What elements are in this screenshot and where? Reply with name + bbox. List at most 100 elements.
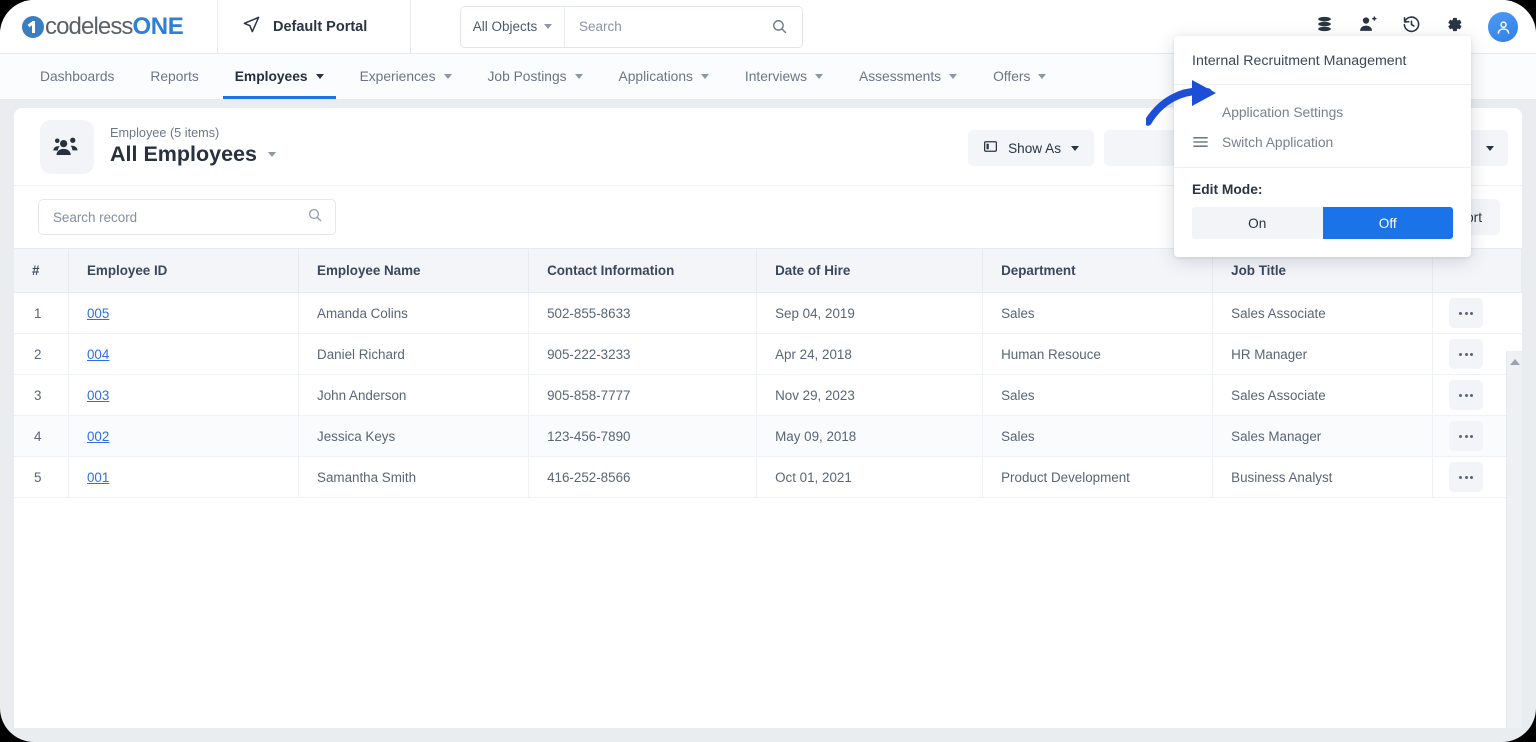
cell-department: Sales xyxy=(982,374,1214,416)
table-row[interactable]: 5 001 Samantha Smith 416-252-8566 Oct 01… xyxy=(14,456,1522,498)
cell-employee-id[interactable]: 003 xyxy=(68,374,300,416)
nav-label: Reports xyxy=(150,69,199,84)
layout-panel-icon xyxy=(983,139,998,157)
ellipsis-icon[interactable] xyxy=(1449,380,1484,410)
menu-item-label: Application Settings xyxy=(1222,104,1344,120)
nav-label: Experiences xyxy=(359,69,436,84)
employee-id-link[interactable]: 005 xyxy=(87,306,109,321)
portal-name: Default Portal xyxy=(273,18,368,35)
cell-employee-id[interactable]: 004 xyxy=(68,333,300,375)
employee-id-link[interactable]: 004 xyxy=(87,347,109,362)
cell-contact: 905-222-3233 xyxy=(528,333,758,375)
cell-contact: 416-252-8566 xyxy=(528,456,758,498)
cell-department: Sales xyxy=(982,292,1214,334)
nav-item-assessments[interactable]: Assessments xyxy=(841,54,975,99)
cell-date-of-hire: May 09, 2018 xyxy=(756,415,984,457)
paper-plane-icon xyxy=(242,15,261,39)
edit-mode-label: Edit Mode: xyxy=(1192,182,1263,197)
cell-num: 1 xyxy=(14,292,69,334)
ellipsis-icon[interactable] xyxy=(1449,421,1484,451)
cell-employee-name: Daniel Richard xyxy=(298,333,530,375)
application-menu-dropdown: Internal Recruitment Management Applicat… xyxy=(1174,36,1471,257)
application-name: Internal Recruitment Management xyxy=(1174,36,1471,85)
search-icon[interactable] xyxy=(771,18,802,35)
show-as-label: Show As xyxy=(1008,140,1061,156)
col-header-contact[interactable]: Contact Information xyxy=(528,248,758,293)
chevron-down-icon xyxy=(1038,74,1047,79)
cell-num: 5 xyxy=(14,456,69,498)
table-row[interactable]: 1 005 Amanda Colins 502-855-8633 Sep 04,… xyxy=(14,292,1522,334)
edit-mode-on-button[interactable]: On xyxy=(1192,207,1323,239)
menu-item-switch-application[interactable]: Switch Application xyxy=(1174,127,1471,157)
cell-employee-id[interactable]: 002 xyxy=(68,415,300,457)
edit-mode-section: Edit Mode: On Off xyxy=(1174,168,1471,257)
nav-label: Employees xyxy=(234,69,308,84)
cell-employee-name: Samantha Smith xyxy=(298,456,530,498)
cell-employee-name: Jessica Keys xyxy=(298,415,530,457)
nav-item-dashboards[interactable]: Dashboards xyxy=(22,54,132,99)
app-logo[interactable]: codelessONE xyxy=(0,0,218,54)
nav-item-interviews[interactable]: Interviews xyxy=(727,54,841,99)
chevron-down-icon xyxy=(700,74,709,79)
chevron-down-icon xyxy=(949,74,958,79)
employee-id-link[interactable]: 003 xyxy=(87,388,109,403)
ellipsis-icon[interactable] xyxy=(1449,339,1484,369)
cell-employee-id[interactable]: 005 xyxy=(68,292,300,334)
nav-item-employees[interactable]: Employees xyxy=(217,54,342,99)
show-as-button[interactable]: Show As xyxy=(968,130,1094,166)
chevron-down-icon xyxy=(815,74,824,79)
nav-item-experiences[interactable]: Experiences xyxy=(342,54,470,99)
scroll-up-arrow-icon[interactable] xyxy=(1509,359,1520,365)
search-input[interactable] xyxy=(565,6,771,47)
cell-date-of-hire: Oct 01, 2021 xyxy=(756,456,984,498)
ellipsis-icon[interactable] xyxy=(1449,298,1484,328)
nav-item-job-postings[interactable]: Job Postings xyxy=(470,54,601,99)
chevron-down-icon[interactable] xyxy=(267,152,276,157)
col-header-employee-name[interactable]: Employee Name xyxy=(298,248,530,293)
people-group-icon xyxy=(40,119,94,174)
employee-id-link[interactable]: 001 xyxy=(87,470,109,485)
chevron-down-icon xyxy=(1486,145,1494,151)
menu-item-application-settings[interactable]: Application Settings xyxy=(1174,97,1471,127)
edit-mode-off-button[interactable]: Off xyxy=(1322,207,1453,239)
circle-one-icon xyxy=(22,15,44,38)
col-header-num[interactable]: # xyxy=(14,248,69,293)
cell-department: Human Resouce xyxy=(982,333,1214,375)
table-row[interactable]: 4 002 Jessica Keys 123-456-7890 May 09, … xyxy=(14,415,1522,457)
search-scope-label: All Objects xyxy=(472,19,538,34)
portal-selector[interactable]: Default Portal xyxy=(218,0,411,54)
record-search-box xyxy=(38,199,336,235)
logo-primary-text: codeless xyxy=(45,12,133,40)
col-header-employee-id[interactable]: Employee ID xyxy=(68,248,300,293)
ellipsis-icon[interactable] xyxy=(1449,462,1484,492)
cell-actions xyxy=(1432,292,1522,334)
cell-employee-name: John Anderson xyxy=(298,374,530,416)
cell-contact: 905-858-7777 xyxy=(528,374,758,416)
application-menu-items: Application Settings Switch Application xyxy=(1174,85,1471,168)
vertical-scrollbar[interactable] xyxy=(1506,351,1522,728)
col-header-date-of-hire[interactable]: Date of Hire xyxy=(756,248,984,293)
cell-employee-id[interactable]: 001 xyxy=(68,456,300,498)
cell-job-title: Sales Associate xyxy=(1212,292,1434,334)
nav-item-applications[interactable]: Applications xyxy=(601,54,727,99)
cell-department: Sales xyxy=(982,415,1214,457)
edit-mode-toggle: On Off xyxy=(1192,207,1453,239)
record-search-input[interactable] xyxy=(53,209,307,225)
cell-date-of-hire: Nov 29, 2023 xyxy=(756,374,984,416)
employee-id-link[interactable]: 002 xyxy=(87,429,109,444)
page-title: All Employees xyxy=(110,142,257,166)
table-row[interactable]: 3 003 John Anderson 905-858-7777 Nov 29,… xyxy=(14,374,1522,416)
cell-job-title: HR Manager xyxy=(1212,333,1434,375)
nav-item-offers[interactable]: Offers xyxy=(975,54,1064,99)
search-icon[interactable] xyxy=(307,207,323,228)
user-avatar-icon[interactable] xyxy=(1488,12,1518,42)
table-row[interactable]: 2 004 Daniel Richard 905-222-3233 Apr 24… xyxy=(14,333,1522,375)
search-scope-selector[interactable]: All Objects xyxy=(461,6,565,47)
hamburger-icon xyxy=(1192,136,1208,148)
cell-job-title: Sales Manager xyxy=(1212,415,1434,457)
app-window: codelessONE Default Portal All Objects S… xyxy=(0,0,1536,742)
cell-num: 3 xyxy=(14,374,69,416)
table-body: 1 005 Amanda Colins 502-855-8633 Sep 04,… xyxy=(14,292,1522,498)
cell-num: 4 xyxy=(14,415,69,457)
nav-item-reports[interactable]: Reports xyxy=(132,54,216,99)
